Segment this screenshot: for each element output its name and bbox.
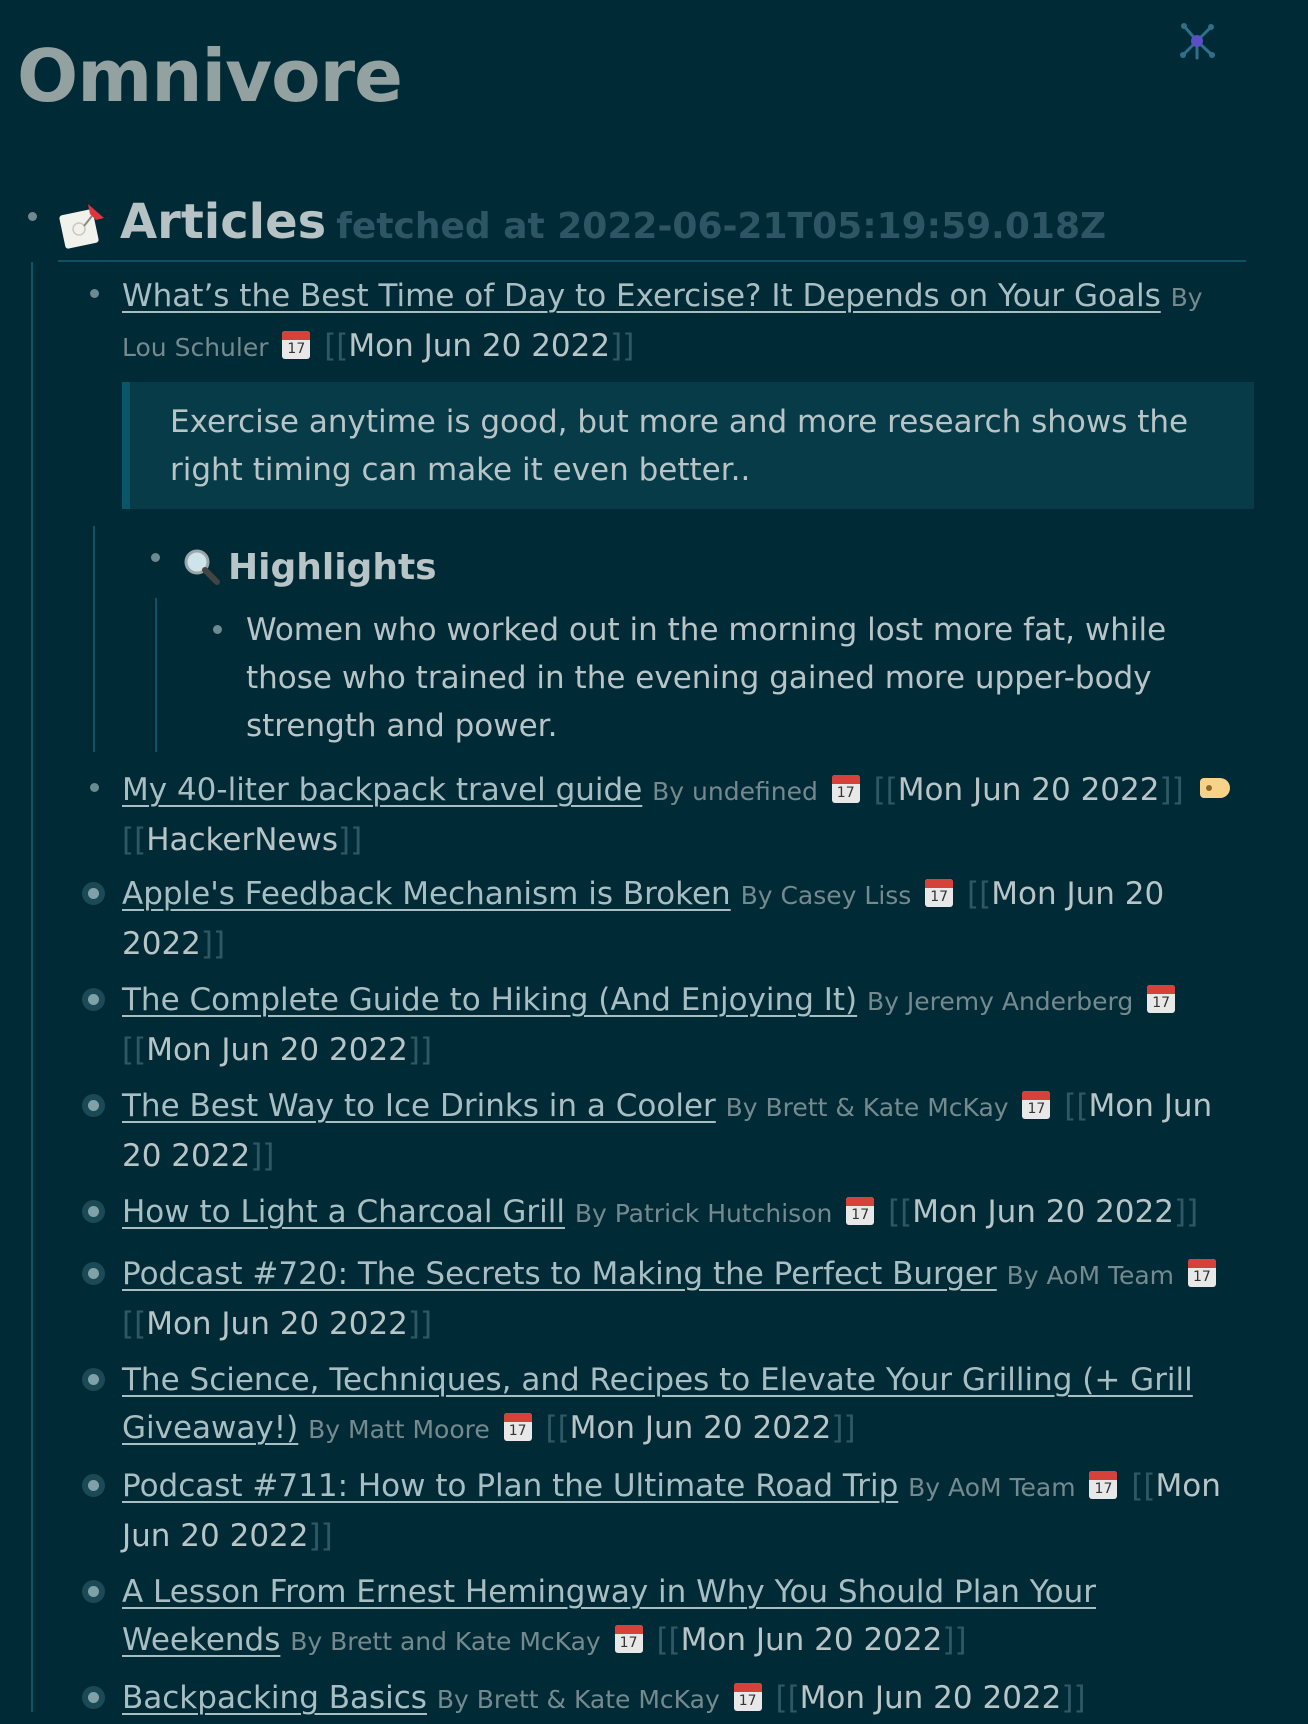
- fetched-at-label: fetched at 2022-06-21T05:19:59.018Z: [336, 206, 1107, 247]
- tag-icon: [1199, 778, 1230, 798]
- article-summary-quote: Exercise anytime is good, but more and m…: [122, 382, 1254, 509]
- highlight-item: Women who worked out in the morning lost…: [246, 612, 1167, 744]
- date-page-link[interactable]: Mon Jun 20 2022: [146, 1306, 408, 1342]
- summary-text: Exercise anytime is good, but more and m…: [170, 404, 1189, 488]
- calendar-icon: 17: [1147, 985, 1176, 1013]
- article-link[interactable]: My 40-liter backpack travel guide: [122, 772, 642, 808]
- highlights-bullet[interactable]: [151, 553, 160, 562]
- collapsed-article-bullet[interactable]: [88, 888, 99, 899]
- article-author: By undefined: [652, 777, 818, 806]
- collapsed-article-bullet[interactable]: [88, 1374, 99, 1385]
- article-bullet[interactable]: [90, 289, 99, 298]
- calendar-icon: 17: [1187, 1259, 1216, 1287]
- highlights-label: Highlights: [228, 547, 437, 588]
- article-author: By AoM Team: [1006, 1261, 1175, 1290]
- collapsed-article-bullet[interactable]: [88, 1692, 99, 1703]
- article-link[interactable]: The Best Way to Ice Drinks in a Cooler: [122, 1088, 716, 1124]
- article-item: How to Light a Charcoal Grill By Patrick…: [122, 1194, 1199, 1230]
- article-author: By Brett and Kate McKay: [290, 1627, 601, 1656]
- article-author: By Brett & Kate McKay: [725, 1093, 1009, 1122]
- graph-hub-icon[interactable]: [1178, 22, 1216, 60]
- date-page-link[interactable]: Mon Jun 20 2022: [570, 1410, 832, 1446]
- article-link[interactable]: How to Light a Charcoal Grill: [122, 1194, 565, 1230]
- page-title: Omnivore: [17, 34, 403, 118]
- article-item: The Best Way to Ice Drinks in a Cooler B…: [122, 1088, 1213, 1174]
- magnifying-glass-icon: [184, 549, 220, 585]
- article-author: By AoM Team: [908, 1473, 1076, 1502]
- article-link[interactable]: Podcast #720: The Secrets to Making the …: [122, 1256, 997, 1292]
- date-page-link[interactable]: Mon Jun 20 2022: [348, 328, 610, 364]
- article-guide-line: [93, 526, 95, 752]
- article-item: What’s the Best Time of Day to Exercise?…: [122, 278, 1203, 364]
- article-link[interactable]: Backpacking Basics: [122, 1680, 427, 1716]
- section-bullet[interactable]: [28, 212, 37, 221]
- article-link[interactable]: The Complete Guide to Hiking (And Enjoyi…: [122, 982, 857, 1018]
- date-page-link[interactable]: Mon Jun 20 2022: [800, 1680, 1062, 1716]
- section-header: Articles fetched at 2022-06-21T05:19:59.0…: [58, 190, 1246, 262]
- collapsed-article-bullet[interactable]: [88, 1268, 99, 1279]
- highlight-bullet[interactable]: [213, 625, 222, 634]
- calendar-icon: 17: [733, 1683, 762, 1711]
- article-author: By Casey Liss: [740, 881, 912, 910]
- calendar-icon: 17: [282, 331, 311, 359]
- collapsed-article-bullet[interactable]: [88, 1586, 99, 1597]
- highlights-heading: Highlights: [182, 540, 437, 596]
- date-page-link[interactable]: Mon Jun 20 2022: [912, 1194, 1174, 1230]
- collapsed-article-bullet[interactable]: [88, 1100, 99, 1111]
- tag-page-link[interactable]: HackerNews: [146, 822, 338, 858]
- pushpin-note-icon: [59, 204, 104, 249]
- calendar-icon: 17: [846, 1197, 875, 1225]
- article-author: By Matt Moore: [308, 1415, 490, 1444]
- article-item: Apple's Feedback Mechanism is Broken By …: [122, 876, 1165, 962]
- calendar-icon: 17: [614, 1625, 643, 1653]
- article-item: Backpacking Basics By Brett & Kate McKay…: [122, 1680, 1086, 1716]
- calendar-icon: 17: [1089, 1471, 1118, 1499]
- calendar-icon: 17: [831, 775, 860, 803]
- date-page-link[interactable]: Mon Jun 20 2022: [681, 1622, 943, 1658]
- article-link[interactable]: What’s the Best Time of Day to Exercise?…: [122, 278, 1161, 314]
- article-author: By Brett & Kate McKay: [436, 1685, 720, 1714]
- article-link[interactable]: Apple's Feedback Mechanism is Broken: [122, 876, 731, 912]
- calendar-icon: 17: [925, 879, 954, 907]
- article-bullet[interactable]: [90, 783, 99, 792]
- section-title-text: Articles: [120, 194, 327, 250]
- article-author: By Jeremy Anderberg: [866, 987, 1134, 1016]
- collapsed-article-bullet[interactable]: [88, 1480, 99, 1491]
- collapsed-article-bullet[interactable]: [88, 1206, 99, 1217]
- date-page-link[interactable]: Mon Jun 20 2022: [898, 772, 1160, 808]
- calendar-icon: 17: [503, 1413, 532, 1441]
- section-guide-line: [31, 262, 33, 1712]
- article-author: By Patrick Hutchison: [574, 1199, 833, 1228]
- highlights-guide-line: [155, 598, 157, 752]
- article-item: My 40-liter backpack travel guide By und…: [122, 766, 1250, 864]
- article-item: A Lesson From Ernest Hemingway in Why Yo…: [122, 1574, 1096, 1658]
- article-item: Podcast #720: The Secrets to Making the …: [122, 1250, 1250, 1348]
- calendar-icon: 17: [1022, 1091, 1051, 1119]
- section-title: Articles fetched at 2022-06-21T05:19:59.0…: [120, 192, 1106, 257]
- article-link[interactable]: Podcast #711: How to Plan the Ultimate R…: [122, 1468, 898, 1504]
- article-item: The Complete Guide to Hiking (And Enjoyi…: [122, 976, 1250, 1074]
- collapsed-article-bullet[interactable]: [88, 994, 99, 1005]
- article-item: The Science, Techniques, and Recipes to …: [122, 1362, 1193, 1446]
- article-item: Podcast #711: How to Plan the Ultimate R…: [122, 1468, 1221, 1554]
- date-page-link[interactable]: Mon Jun 20 2022: [146, 1032, 408, 1068]
